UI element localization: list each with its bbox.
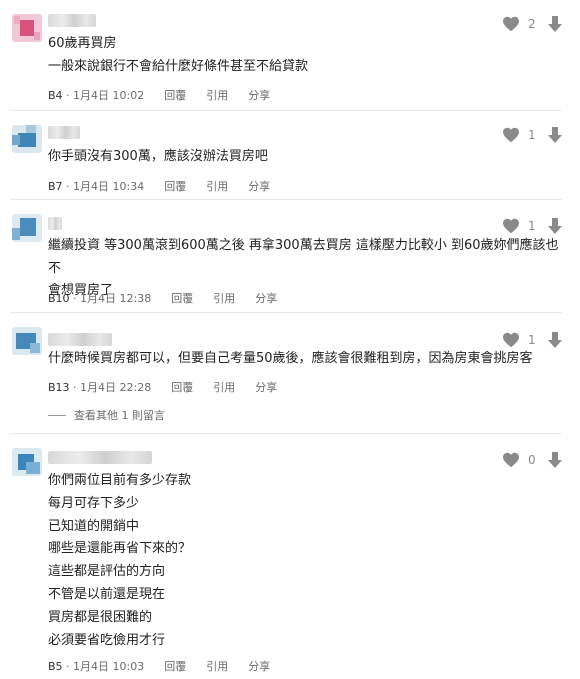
comment-body: 60歲再買房 一般來說銀行不會給什麼好條件甚至不給貸款 (48, 33, 308, 78)
divider-line (48, 414, 66, 416)
vote-group: 2 (502, 16, 562, 32)
comment-body: 什麼時候買房都可以，但要自己考量50歲後，應該會很難租到房，因為房東會挑房客 (48, 348, 533, 371)
comment-item: 1 你手頭沒有300萬，應該沒辦法買房吧 B7 · 1月4日 10:34 回覆 … (10, 111, 562, 200)
share-button[interactable]: 分享 (255, 379, 277, 395)
heart-icon[interactable] (502, 452, 520, 468)
reply-button[interactable]: 回覆 (171, 290, 193, 306)
comment-line: 繼續投資 等300萬滾到600萬之後 再拿300萬去買房 這樣壓力比較小 到60… (48, 238, 559, 276)
reply-button[interactable]: 回覆 (164, 658, 186, 674)
down-arrow-icon[interactable] (548, 16, 562, 32)
vote-group: 1 (502, 332, 562, 348)
comment-list: 2 60歲再買房 一般來說銀行不會給什麼好條件甚至不給貸款 B4 · 1月4日 … (0, 0, 580, 679)
timestamp: 1月4日 12:38 (80, 292, 152, 305)
comment-line: 這些都是評估的方向 (48, 564, 166, 580)
floor-label: B4 (48, 88, 63, 102)
author-name-blurred[interactable] (48, 14, 96, 27)
vote-group: 1 (502, 127, 562, 143)
comment-body: 你們兩位目前有多少存款 每月可存下多少 已知道的開銷中 哪些是還能再省下來的？ … (48, 470, 191, 652)
separator: · (69, 380, 81, 394)
timestamp: 1月4日 10:03 (73, 660, 145, 673)
author-name-blurred[interactable] (48, 451, 152, 464)
floor-label: B5 (48, 659, 63, 673)
floor-label: B10 (48, 291, 70, 305)
comment-line: 什麼時候買房都可以，但要自己考量50歲後，應該會很難租到房，因為房東會挑房客 (48, 351, 533, 366)
avatar[interactable] (12, 448, 42, 476)
reply-button[interactable]: 回覆 (171, 379, 193, 395)
comment-line: 你們兩位目前有多少存款 (48, 473, 192, 488)
like-count: 1 (528, 128, 536, 142)
comment-line: 每月可存下多少 (48, 495, 140, 511)
heart-icon[interactable] (502, 16, 520, 32)
view-more-replies-label: 查看其他 1 則留言 (74, 409, 165, 422)
heart-icon[interactable] (502, 127, 520, 143)
quote-button[interactable]: 引用 (206, 178, 228, 194)
separator: · (69, 291, 81, 305)
heart-icon[interactable] (502, 332, 520, 348)
down-arrow-icon[interactable] (548, 127, 562, 143)
view-more-replies-link[interactable]: 查看其他 1 則留言 (48, 407, 165, 423)
comment-line: 必須要省吃儉用才行 (48, 632, 166, 648)
separator: · (62, 659, 74, 673)
comment-line: 不管是以前還是現在 (48, 586, 166, 602)
like-count: 0 (528, 453, 536, 467)
comment-meta: B13 · 1月4日 22:28 回覆 引用 分享 (48, 379, 277, 395)
quote-button[interactable]: 引用 (213, 290, 235, 306)
floor-label: B7 (48, 179, 63, 193)
share-button[interactable]: 分享 (248, 87, 270, 103)
share-button[interactable]: 分享 (248, 658, 270, 674)
like-count: 1 (528, 219, 536, 233)
comment-line: 哪些是還能再省下來的？ (48, 541, 192, 557)
timestamp: 1月4日 22:28 (80, 381, 152, 394)
comment-meta: B7 · 1月4日 10:34 回覆 引用 分享 (48, 178, 270, 194)
comment-meta: B10 · 1月4日 12:38 回覆 引用 分享 (48, 290, 277, 306)
floor-label: B13 (48, 380, 70, 394)
comment-body: 你手頭沒有300萬，應該沒辦法買房吧 (48, 146, 268, 169)
comment-item: 1 繼續投資 等300萬滾到600萬之後 再拿300萬去買房 這樣壓力比較小 到… (10, 200, 562, 313)
quote-button[interactable]: 引用 (213, 379, 235, 395)
comment-line: 一般來說銀行不會給什麼好條件甚至不給貸款 (48, 58, 309, 74)
quote-button[interactable]: 引用 (206, 658, 228, 674)
comment-line: 60歲再買房 (48, 36, 117, 51)
down-arrow-icon[interactable] (548, 332, 562, 348)
reply-button[interactable]: 回覆 (164, 87, 186, 103)
vote-group: 0 (502, 452, 562, 468)
share-button[interactable]: 分享 (248, 178, 270, 194)
heart-icon[interactable] (502, 218, 520, 234)
comment-line: 買房都是很困難的 (48, 609, 153, 625)
comment-meta: B5 · 1月4日 10:03 回覆 引用 分享 (48, 658, 270, 674)
avatar[interactable] (12, 125, 42, 153)
author-name-blurred[interactable] (48, 126, 80, 139)
author-name-blurred[interactable] (48, 333, 112, 346)
like-count: 2 (528, 17, 536, 31)
share-button[interactable]: 分享 (255, 290, 277, 306)
comment-meta: B4 · 1月4日 10:02 回覆 引用 分享 (48, 87, 270, 103)
comment-line: 你手頭沒有300萬，應該沒辦法買房吧 (48, 149, 268, 164)
comment-item: 0 你們兩位目前有多少存款 每月可存下多少 已知道的開銷中 哪些是還能再省下來的… (10, 434, 562, 679)
like-count: 1 (528, 333, 536, 347)
down-arrow-icon[interactable] (548, 218, 562, 234)
avatar[interactable] (12, 214, 42, 242)
separator: · (62, 88, 74, 102)
quote-button[interactable]: 引用 (206, 87, 228, 103)
author-name-blurred[interactable] (48, 217, 62, 230)
reply-button[interactable]: 回覆 (164, 178, 186, 194)
timestamp: 1月4日 10:34 (73, 180, 145, 193)
comment-line: 已知道的開銷中 (48, 518, 140, 534)
avatar[interactable] (12, 14, 42, 42)
comment-item: 2 60歲再買房 一般來說銀行不會給什麼好條件甚至不給貸款 B4 · 1月4日 … (10, 0, 562, 111)
separator: · (62, 179, 74, 193)
vote-group: 1 (502, 218, 562, 234)
down-arrow-icon[interactable] (548, 452, 562, 468)
timestamp: 1月4日 10:02 (73, 89, 145, 102)
comment-item: 1 什麼時候買房都可以，但要自己考量50歲後，應該會很難租到房，因為房東會挑房客… (10, 313, 562, 434)
avatar[interactable] (12, 327, 42, 355)
